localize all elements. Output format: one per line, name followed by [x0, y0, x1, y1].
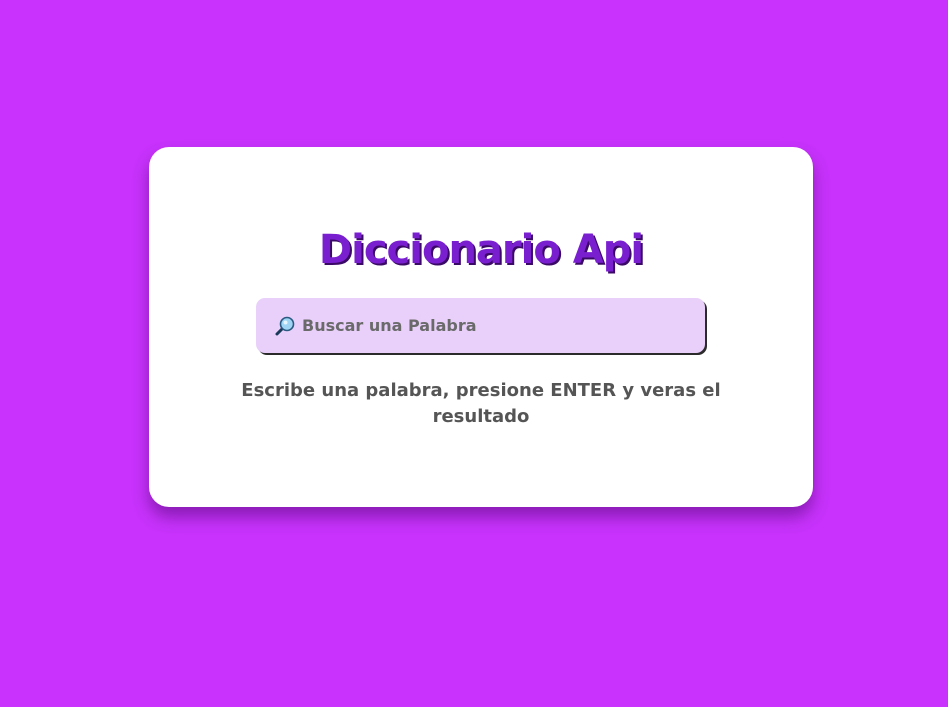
- search-box[interactable]: [256, 298, 705, 353]
- instructions-text: Escribe una palabra, presione ENTER y ve…: [241, 380, 721, 427]
- search-input[interactable]: [302, 298, 692, 353]
- dictionary-card: Diccionario Api Escribe una palabra, pre…: [149, 147, 813, 507]
- magnifier-icon: [274, 315, 296, 337]
- page-title: Diccionario Api: [318, 227, 644, 273]
